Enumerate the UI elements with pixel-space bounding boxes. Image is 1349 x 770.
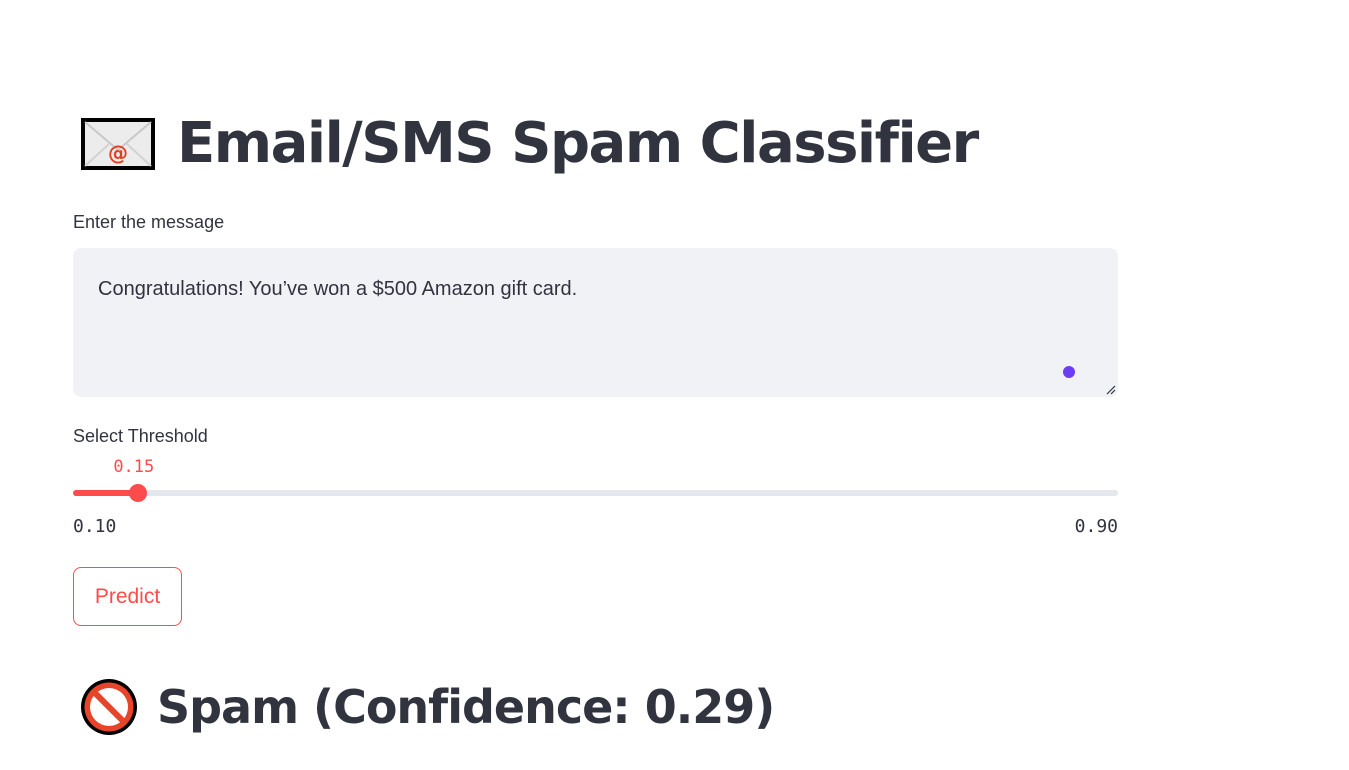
message-input-label: Enter the message [73,212,225,232]
prediction-result: Spam (Confidence: 0.29) [79,676,775,738]
threshold-slider-thumb[interactable] [129,484,148,502]
threshold-slider-track[interactable] [73,490,1118,496]
resize-handle-icon[interactable] [1106,385,1116,395]
message-textarea[interactable]: Congratulations! You’ve won a $500 Amazo… [73,248,1118,397]
threshold-slider-label: Select Threshold [73,426,208,446]
threshold-slider-min: 0.10 [73,516,117,537]
message-textarea-value[interactable]: Congratulations! You’ve won a $500 Amazo… [98,278,577,301]
prediction-result-text: Spam (Confidence: 0.29) [157,680,775,734]
cursor-dot-icon [1063,366,1075,378]
prohibited-icon [81,679,137,735]
envelope-icon: @ [81,118,155,170]
threshold-slider-value: 0.15 [113,457,155,477]
page-header: @ Email/SMS Spam Classifier [81,111,979,176]
page-title: Email/SMS Spam Classifier [177,111,979,176]
threshold-slider-max: 0.90 [1074,516,1118,537]
predict-button[interactable]: Predict [73,567,182,626]
svg-text:@: @ [108,141,128,165]
